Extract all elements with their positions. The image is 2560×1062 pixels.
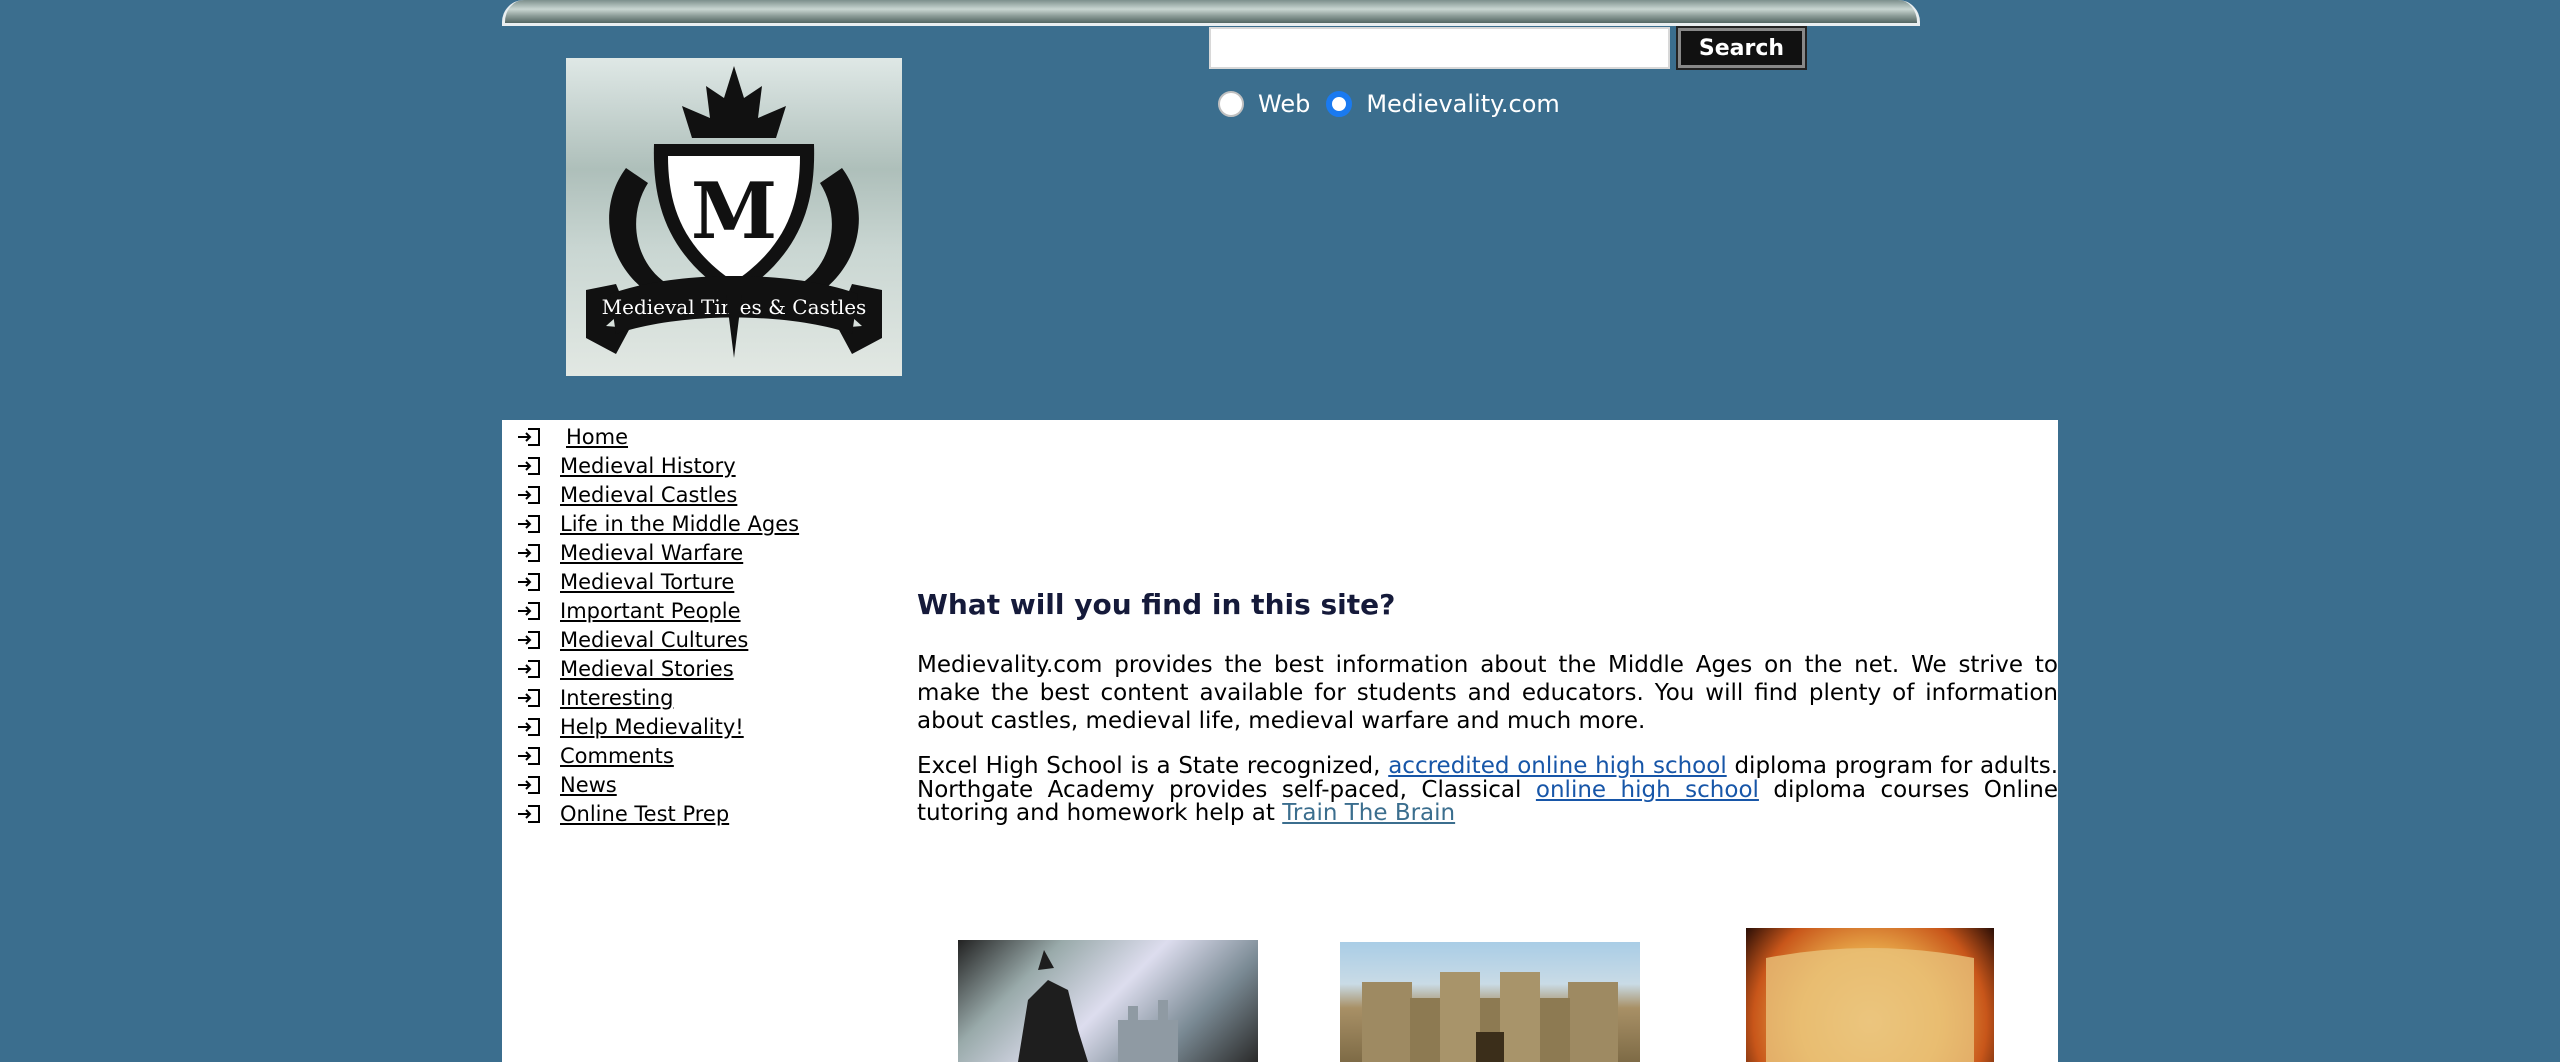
login-arrow-icon [516,543,560,563]
radio-web-label[interactable]: Web [1258,90,1310,118]
sidebar-item-life-in-the-middle-ages[interactable]: Life in the Middle Ages [516,509,799,538]
login-arrow-icon [516,717,560,737]
login-arrow-icon [516,456,560,476]
sidebar-link-help-medievality[interactable]: Help Medievality! [560,715,744,739]
login-arrow-icon [516,688,560,708]
sidebar-item-important-people[interactable]: Important People [516,596,799,625]
site-logo[interactable]: M Medieval Times & Castles [566,58,902,376]
sidebar-link-medieval-history[interactable]: Medieval History [560,454,736,478]
sidebar-item-medieval-castles[interactable]: Medieval Castles [516,480,799,509]
sidebar-item-medieval-cultures[interactable]: Medieval Cultures [516,625,799,654]
train-the-brain-link[interactable]: Train The Brain [1282,800,1455,826]
accredited-online-high-school-link[interactable]: accredited online high school [1388,753,1727,779]
search-button[interactable]: Search [1676,26,1807,70]
sidebar-item-home[interactable]: Home [516,422,799,451]
sidebar-link-online-test-prep[interactable]: Online Test Prep [560,802,729,826]
sidebar-link-medieval-castles[interactable]: Medieval Castles [560,483,737,507]
content-area: Home Medieval History Medieval Castles L… [502,420,2058,1062]
knight-image[interactable] [958,940,1258,1062]
sidebar-item-medieval-torture[interactable]: Medieval Torture [516,567,799,596]
promo-paragraph: Excel High School is a State recognized,… [917,753,2058,826]
sidebar-link-important-people[interactable]: Important People [560,599,741,623]
sidebar-item-help-medievality[interactable]: Help Medievality! [516,712,799,741]
main-content: What will you find in this site? Medieva… [917,588,2058,846]
sidebar-link-medieval-stories[interactable]: Medieval Stories [560,657,734,681]
logo-crest-icon: M Medieval Times & Castles [586,66,882,358]
radio-medievality[interactable] [1326,91,1353,117]
sidebar-item-online-test-prep[interactable]: Online Test Prep [516,799,799,828]
login-arrow-icon [516,601,560,621]
sidebar-item-comments[interactable]: Comments [516,741,799,770]
intro-paragraph: Medievality.com provides the best inform… [917,652,2058,734]
logo-letter: M [691,166,777,257]
castle-image[interactable] [1340,942,1640,1062]
sidebar-item-medieval-history[interactable]: Medieval History [516,451,799,480]
login-arrow-icon [516,746,560,766]
login-arrow-icon [516,485,560,505]
sidebar-item-medieval-warfare[interactable]: Medieval Warfare [516,538,799,567]
login-arrow-icon [516,630,560,650]
online-high-school-link[interactable]: online high school [1536,777,1759,803]
sidebar-item-news[interactable]: News [516,770,799,799]
sidebar-link-medieval-cultures[interactable]: Medieval Cultures [560,628,748,652]
sidebar-link-news[interactable]: News [560,773,617,797]
login-arrow-icon [516,804,560,824]
login-arrow-icon [516,514,560,534]
radio-web[interactable] [1218,91,1244,117]
top-banner-image [502,0,1920,26]
sidebar-item-interesting[interactable]: Interesting [516,683,799,712]
login-arrow-icon [516,572,560,592]
promo-text-1: Excel High School is a State recognized, [917,753,1389,779]
radio-medievality-label[interactable]: Medievality.com [1366,90,1559,118]
search-scope-radio-group: Web Medievality.com [1218,84,1576,124]
sidebar-nav: Home Medieval History Medieval Castles L… [516,422,799,828]
login-arrow-icon [516,427,560,447]
sidebar-link-comments[interactable]: Comments [560,744,674,768]
sidebar-link-medieval-torture[interactable]: Medieval Torture [560,570,734,594]
login-arrow-icon [516,659,560,679]
search-input[interactable] [1209,27,1670,69]
parchment-image[interactable] [1746,928,1994,1062]
sidebar-link-life-in-the-middle-ages[interactable]: Life in the Middle Ages [560,512,799,536]
page-heading: What will you find in this site? [917,588,1396,621]
sidebar-link-medieval-warfare[interactable]: Medieval Warfare [560,541,743,565]
sidebar-link-home[interactable]: Home [566,425,628,449]
login-arrow-icon [516,775,560,795]
sidebar-link-interesting[interactable]: Interesting [560,686,673,710]
sidebar-item-medieval-stories[interactable]: Medieval Stories [516,654,799,683]
